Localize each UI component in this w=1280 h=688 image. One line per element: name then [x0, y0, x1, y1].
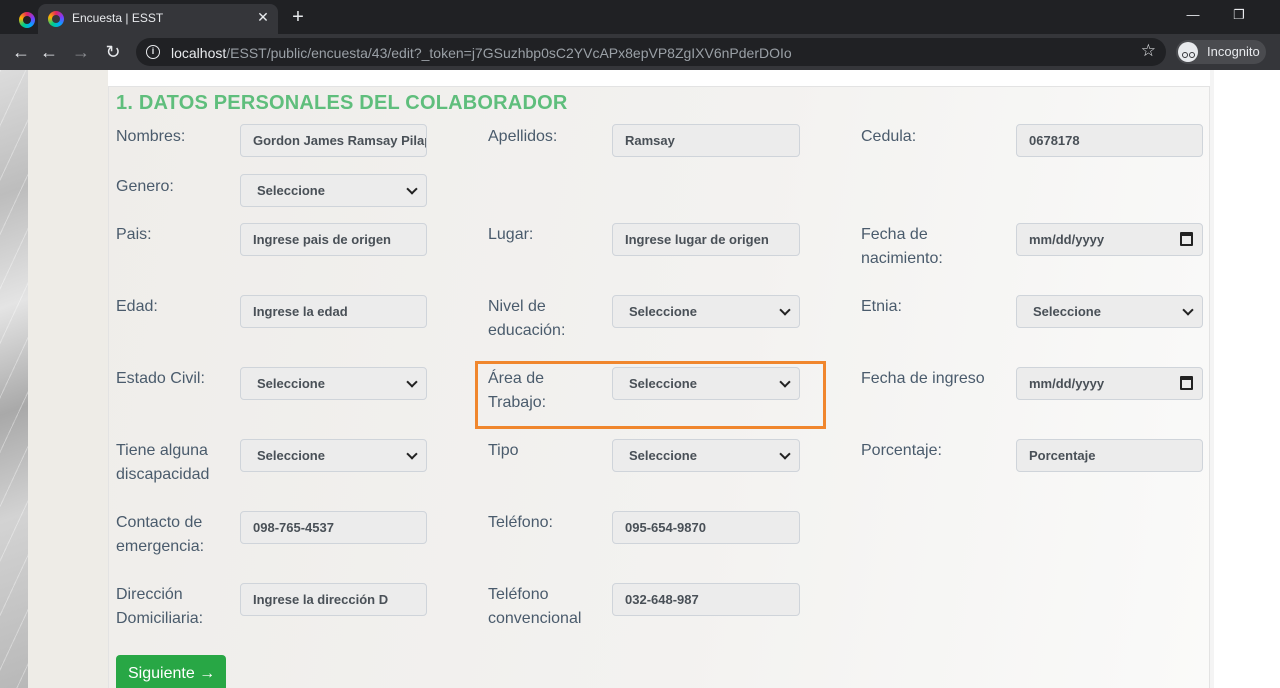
site-info-icon[interactable]: i	[146, 45, 160, 59]
highlight-box	[475, 361, 826, 429]
label-estado-civil: Estado Civil:	[116, 370, 205, 387]
label-discapacidad: Tiene alguna discapacidad	[116, 442, 210, 483]
label-telefono: Teléfono:	[488, 514, 553, 531]
apellidos-input[interactable]: Ramsay	[612, 124, 800, 157]
minimize-icon[interactable]: —	[1178, 4, 1208, 26]
lugar-input[interactable]: Ingrese lugar de origen	[612, 223, 800, 256]
contacto-emergencia-input[interactable]: 098-765-4537	[240, 511, 427, 544]
address-bar[interactable]: i localhost/ESST/public/encuesta/43/edit…	[136, 38, 1166, 66]
page-content: 1. DATOS PERSONALES DEL COLABORADOR Nomb…	[0, 70, 1280, 688]
porcentaje-input[interactable]: Porcentaje	[1016, 439, 1203, 472]
url-path: /ESST/public/encuesta/43/edit?_token=j7G…	[226, 45, 792, 61]
forward-icon[interactable]: →	[68, 39, 94, 65]
label-direccion: Dirección Domiciliaria:	[116, 586, 204, 627]
direccion-input[interactable]: Ingrese la dirección D	[240, 583, 427, 616]
incognito-icon	[1178, 42, 1198, 62]
estado-civil-select[interactable]: Seleccione	[240, 367, 427, 400]
discapacidad-select[interactable]: Seleccione	[240, 439, 427, 472]
label-apellidos: Apellidos:	[488, 128, 558, 145]
site-favicon-icon	[48, 11, 64, 27]
reload-icon[interactable]: ↻	[100, 39, 126, 65]
restore-icon[interactable]: ❐	[1224, 4, 1254, 26]
telefono-input[interactable]: 095-654-9870	[612, 511, 800, 544]
url-text[interactable]: localhost/ESST/public/encuesta/43/edit?_…	[171, 45, 792, 61]
tab-title: Encuesta | ESST	[72, 11, 164, 25]
label-porcentaje: Porcentaje:	[861, 442, 942, 459]
background-tab[interactable]	[0, 4, 35, 34]
nombres-input[interactable]: Gordon James Ramsay Pilapaña	[240, 124, 427, 157]
fecha-ingreso-value: mm/dd/yyyy	[1029, 376, 1105, 391]
background-right	[1210, 70, 1214, 688]
label-cedula: Cedula:	[861, 128, 917, 145]
label-edad: Edad:	[116, 298, 158, 315]
label-tipo: Tipo	[488, 442, 519, 459]
fecha-nacimiento-input[interactable]: mm/dd/yyyy	[1016, 223, 1203, 256]
genero-select[interactable]: Seleccione	[240, 174, 427, 207]
etnia-select[interactable]: Seleccione	[1016, 295, 1203, 328]
bookmark-star-icon[interactable]: ☆	[1141, 41, 1156, 61]
label-nombres: Nombres:	[116, 128, 186, 145]
calendar-icon[interactable]	[1180, 376, 1193, 390]
section-title: 1. DATOS PERSONALES DEL COLABORADOR	[116, 92, 568, 114]
pais-input[interactable]: Ingrese pais de origen	[240, 223, 427, 256]
fecha-nacimiento-value: mm/dd/yyyy	[1029, 232, 1105, 247]
edad-input[interactable]: Ingrese la edad	[240, 295, 427, 328]
new-tab-icon[interactable]: +	[286, 6, 310, 30]
calendar-icon[interactable]	[1180, 232, 1193, 246]
label-fecha-ingreso: Fecha de ingreso	[861, 370, 985, 387]
tab-strip: Encuesta | ESST ✕ + — ❐	[0, 0, 1280, 34]
url-host: localhost	[171, 45, 227, 61]
label-etnia: Etnia:	[861, 298, 902, 315]
cedula-input[interactable]: 0678178	[1016, 124, 1203, 157]
label-nivel-educacion: Nivel de educación:	[488, 298, 566, 339]
back-icon[interactable]: ←	[8, 39, 34, 65]
label-pais: Pais:	[116, 226, 152, 243]
label-genero: Genero:	[116, 178, 174, 195]
background-side	[28, 70, 108, 688]
back-icon[interactable]: ←	[36, 39, 62, 65]
site-favicon-icon	[19, 12, 35, 28]
label-telefono-convencional: Teléfono convencional	[488, 586, 582, 627]
fecha-ingreso-input[interactable]: mm/dd/yyyy	[1016, 367, 1203, 400]
next-button[interactable]: Siguiente →	[116, 655, 226, 688]
label-contacto-emergencia: Contacto de emergencia:	[116, 514, 205, 555]
label-lugar: Lugar:	[488, 226, 534, 243]
background-art	[0, 70, 28, 688]
label-fecha-nacimiento: Fecha de nacimiento:	[861, 226, 943, 267]
close-tab-icon[interactable]: ✕	[254, 8, 272, 26]
browser-toolbar: ← ← → ↻ i localhost/ESST/public/encuesta…	[0, 34, 1280, 70]
tipo-select[interactable]: Seleccione	[612, 439, 800, 472]
incognito-badge[interactable]: Incognito	[1176, 40, 1266, 64]
active-tab[interactable]: Encuesta | ESST ✕	[38, 4, 278, 34]
telefono-convencional-input[interactable]: 032-648-987	[612, 583, 800, 616]
incognito-label: Incognito	[1207, 44, 1260, 59]
nivel-educacion-select[interactable]: Seleccione	[612, 295, 800, 328]
